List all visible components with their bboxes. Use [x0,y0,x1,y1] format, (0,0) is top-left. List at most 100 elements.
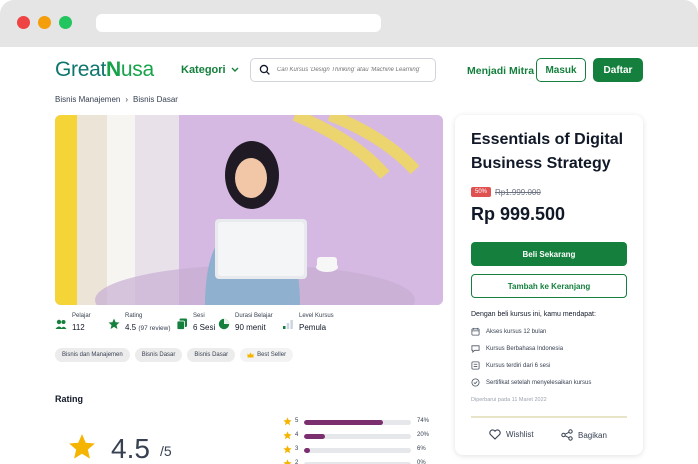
star-icon [283,431,292,440]
stat-value: 90 menit [235,323,266,332]
rating-scale: /5 [160,443,172,459]
course-hero-image [55,115,443,305]
star-icon [283,417,292,426]
breadcrumb-item[interactable]: Bisnis Manajemen [55,95,120,104]
address-bar[interactable] [96,14,381,32]
rating-bar-fill [304,448,311,453]
best-seller-badge: Best Seller [240,348,294,362]
rating-row: 2 0% [283,459,433,464]
tag-chip[interactable]: Bisnis Dasar [134,348,183,362]
share-icon [561,429,573,441]
heart-icon [489,429,501,440]
maximize-window-button[interactable] [59,16,72,29]
stat-label: Sesi [193,313,205,319]
stat-label: Pelajar [72,313,91,319]
add-to-cart-button[interactable]: Tambah ke Keranjang [471,274,627,298]
rating-score: 4.5 [111,433,150,464]
star-icon [69,434,95,459]
course-stats: Pelajar 112 Rating 4.5 (97 review) Sesi 6 S… [55,313,443,337]
benefit-item: Kursus Berbahasa Indonesia [471,344,563,353]
rating-section-title: Rating [55,394,83,404]
hero-illustration [55,115,443,305]
rating-row: 4 20% [283,431,433,441]
minimize-window-button[interactable] [38,16,51,29]
tag-chip[interactable]: Bisnis dan Manajemen [55,348,130,362]
rating-row-star: 2 [295,460,299,464]
crown-icon [247,352,254,358]
best-seller-label: Best Seller [257,352,287,358]
review-count[interactable]: (97 review) [138,325,170,332]
share-label: Bagikan [578,430,607,440]
category-label: Kategori [181,64,226,76]
course-title: Essentials of Digital Business Strategy [471,131,624,172]
stat-learners: Pelajar 112 [55,313,91,332]
search-icon [259,64,270,75]
stat-value: 4.5 [125,323,137,332]
purchase-card: Essentials of Digital Business Strategy … [455,115,643,455]
rating-bar-track [304,448,411,453]
rating-row-star: 5 [295,418,299,424]
benefit-text: Sertifikat setelah menyelesaikan kursus [486,379,592,386]
search-input[interactable] [276,67,435,73]
original-price: Rp1.999.000 [495,188,541,197]
stat-duration: Durasi Belajar 90 menit [218,313,273,332]
rating-row-percent: 6% [417,446,426,452]
chevron-down-icon [231,67,239,72]
breadcrumb-item[interactable]: Bisnis Dasar [133,95,178,104]
last-updated: Diperbarui pada 11 Maret 2022 [471,397,547,403]
copy-icon [176,318,187,330]
benefit-item: Akses kursus 12 bulan [471,327,546,336]
star-icon [283,459,292,464]
list-icon [471,361,480,370]
level-icon [283,320,293,329]
rating-row-star: 3 [295,446,299,452]
breadcrumb: Bisnis Manajemen › Bisnis Dasar [55,95,178,104]
stat-value: Pemula [299,323,327,332]
discount-badge: 50% [471,187,492,197]
stat-value: 6 Sesi [193,323,216,332]
logo-part-n: N [106,58,121,81]
category-dropdown[interactable]: Kategori [181,64,239,76]
site-logo[interactable]: GreatNusa [55,58,154,82]
buy-now-button[interactable]: Beli Sekarang [471,242,627,266]
login-button[interactable]: Masuk [536,58,586,82]
rating-row: 3 6% [283,445,433,455]
search-box[interactable] [250,58,436,82]
browser-titlebar [0,0,698,47]
calendar-icon [471,327,480,336]
rating-bar-track [304,420,411,425]
users-icon [55,319,67,329]
divider [471,416,627,418]
register-button[interactable]: Daftar [593,58,643,82]
rating-row-percent: 74% [417,418,430,424]
rating-bar-fill [304,420,384,425]
logo-part-great: Great [55,58,107,81]
benefit-text: Kursus Berbahasa Indonesia [486,345,564,352]
stat-label: Level Kursus [299,313,334,319]
tag-chip[interactable]: Bisnis Dasar [187,348,236,362]
benefits-heading: Dengan beli kursus ini, kamu mendapat: [471,311,596,318]
rating-row-percent: 20% [417,432,430,438]
course-tags: Bisnis dan Manajemen Bisnis Dasar Bisnis… [55,348,294,362]
chat-icon [471,345,480,353]
stat-value: 112 [72,323,85,332]
become-partner-link[interactable]: Menjadi Mitra [467,65,534,77]
wishlist-label: Wishlist [506,430,534,439]
stat-sessions: Sesi 6 Sesi [176,313,215,332]
browser-window: GreatNusa Kategori Menjadi Mitra Masuk D… [0,0,698,464]
logo-part-usa: usa [120,58,154,81]
stat-level: Level Kursus Pemula [282,313,334,332]
chevron-right-icon: › [125,95,129,104]
benefit-item: Sertifikat setelah menyelesaikan kursus [471,378,591,387]
share-button[interactable]: Bagikan [561,429,607,441]
wishlist-button[interactable]: Wishlist [489,429,534,440]
rating-bar-fill [304,434,326,439]
rating-row: 5 74% [283,417,433,427]
stat-label: Rating [125,313,143,319]
star-icon [108,318,120,329]
star-icon [283,445,292,454]
benefit-text: Akses kursus 12 bulan [486,328,547,335]
close-window-button[interactable] [17,16,30,29]
benefit-item: Kursus terdiri dari 6 sesi [471,361,550,370]
benefit-text: Kursus terdiri dari 6 sesi [486,362,551,369]
